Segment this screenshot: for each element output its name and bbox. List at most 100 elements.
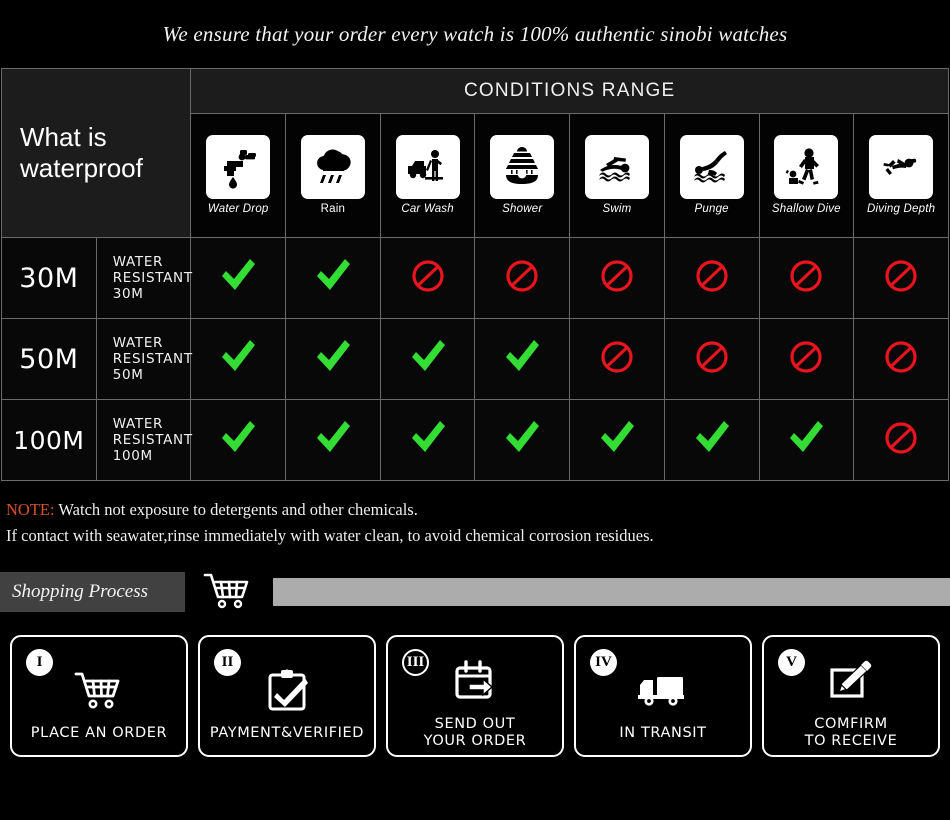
clipboard-check-icon [263, 665, 311, 717]
column-label: Diving Depth [866, 203, 936, 216]
check-icon [692, 419, 732, 457]
note-line-2: If contact with seawater,rinse immediate… [6, 525, 654, 545]
check-icon [313, 338, 353, 376]
ban-icon [411, 259, 445, 293]
step-label: COMFIRM TO RECEIVE [804, 716, 898, 750]
check-icon [502, 338, 542, 376]
mark-cell [190, 399, 287, 481]
column-label: Car Wash [401, 203, 454, 216]
mark-cell [474, 318, 571, 400]
step-label: IN TRANSIT [619, 724, 707, 741]
check-icon [218, 338, 258, 376]
step-badge: V [778, 649, 805, 677]
depth-description: WATER RESISTANT 30M [95, 237, 192, 319]
note-block: NOTE: Watch not exposure to detergents a… [0, 481, 950, 548]
step-in-transit[interactable]: IV IN TRANSIT [574, 635, 752, 758]
ban-icon [695, 340, 729, 374]
mark-cell [853, 237, 949, 319]
check-icon [502, 419, 542, 457]
ban-icon [789, 259, 823, 293]
waterproof-table: What is waterproof CONDITIONS RANGE Wate… [0, 68, 949, 481]
shopping-cart-icon [71, 665, 127, 717]
mark-cell [379, 237, 476, 319]
mark-cell [758, 237, 855, 319]
column-label: Water Drop [207, 203, 269, 216]
ban-icon [505, 259, 539, 293]
column-header-shallow-dive: Shallow Dive [758, 113, 855, 238]
car-wash-icon [395, 135, 460, 200]
check-icon [313, 257, 353, 295]
edit-box-pencil-icon [825, 656, 877, 708]
page-headline: We ensure that your order every watch is… [162, 21, 788, 46]
calendar-arrow-icon [451, 656, 499, 708]
depth-rating: 100M [1, 399, 97, 481]
mark-cell [474, 237, 571, 319]
step-comfirm-to-receive[interactable]: V COMFIRM TO RECEIVE [762, 635, 940, 758]
mark-cell [758, 318, 855, 400]
table-row: 100M WATER RESISTANT 100M [1, 399, 949, 481]
check-icon [218, 419, 258, 457]
shopping-process-bar: Shopping Process [0, 571, 950, 613]
note-keyword: NOTE: [6, 500, 55, 519]
mark-cell [758, 399, 855, 481]
note-text-1: Watch not exposure to detergents and oth… [54, 500, 418, 519]
shopping-process-tag: Shopping Process [0, 572, 185, 613]
mark-cell [569, 237, 665, 319]
check-icon [313, 419, 353, 457]
column-label: Swim [602, 203, 632, 216]
what-is-waterproof-title: What is waterproof [0, 68, 192, 238]
step-send-out-your-order[interactable]: III SEND OUT YOUR ORDER [386, 635, 564, 758]
scuba-diver-icon [869, 135, 934, 200]
step-place-an-order[interactable]: I PLACE AN ORDER [10, 635, 188, 758]
step-badge: I [26, 649, 53, 677]
waterproof-infographic-page: We ensure that your order every watch is… [0, 0, 950, 820]
mark-cell [190, 237, 287, 319]
mark-cell [474, 399, 571, 481]
shopping-process-progress-bar [273, 578, 950, 607]
mark-cell [569, 399, 665, 481]
mark-cell [285, 318, 381, 400]
column-header-rain: Rain [285, 113, 381, 238]
mark-cell [285, 237, 381, 319]
mark-cell [853, 318, 949, 400]
step-badge: III [402, 649, 429, 677]
ban-icon [884, 259, 918, 293]
column-header-diving-depth: Diving Depth [853, 113, 949, 238]
step-label: PLACE AN ORDER [30, 724, 168, 741]
shopping-cart-icon [185, 571, 273, 613]
mark-cell [379, 399, 476, 481]
mark-cell [285, 399, 381, 481]
delivery-truck-icon [635, 665, 691, 717]
mark-cell [663, 318, 760, 400]
check-icon [218, 257, 258, 295]
ban-icon [695, 259, 729, 293]
mark-cell [569, 318, 665, 400]
depth-rating: 30M [1, 237, 97, 319]
column-label: Punge [694, 203, 729, 216]
column-header-shower: Shower [474, 113, 571, 238]
column-header-car-wash: Car Wash [379, 113, 476, 238]
mark-cell [379, 318, 476, 400]
mark-cell [853, 399, 949, 481]
table-row: 50M WATER RESISTANT 50M [1, 318, 949, 400]
shopping-steps: I PLACE AN ORDER II PAYMENT&VERIFIED III… [0, 635, 950, 758]
step-badge: IV [590, 649, 617, 677]
column-header-punge: Punge [663, 113, 760, 238]
faucet-drip-icon [206, 135, 271, 200]
table-header-top-row: What is waterproof CONDITIONS RANGE [0, 68, 949, 238]
check-icon [597, 419, 637, 457]
column-label: Shallow Dive [771, 203, 841, 216]
column-header-swim: Swim [569, 113, 665, 238]
table-row: 30M WATER RESISTANT 30M [1, 237, 949, 319]
step-label: PAYMENT&VERIFIED [209, 724, 365, 741]
ban-icon [600, 340, 634, 374]
shallow-dive-icon [774, 135, 839, 200]
mark-cell [663, 399, 760, 481]
plunge-dive-icon [679, 135, 744, 200]
step-payment-verified[interactable]: II PAYMENT&VERIFIED [198, 635, 376, 758]
depth-description: WATER RESISTANT 50M [95, 318, 192, 400]
conditions-range-header: CONDITIONS RANGE [190, 68, 949, 114]
check-icon [408, 338, 448, 376]
depth-description: WATER RESISTANT 100M [95, 399, 192, 481]
mark-cell [663, 237, 760, 319]
